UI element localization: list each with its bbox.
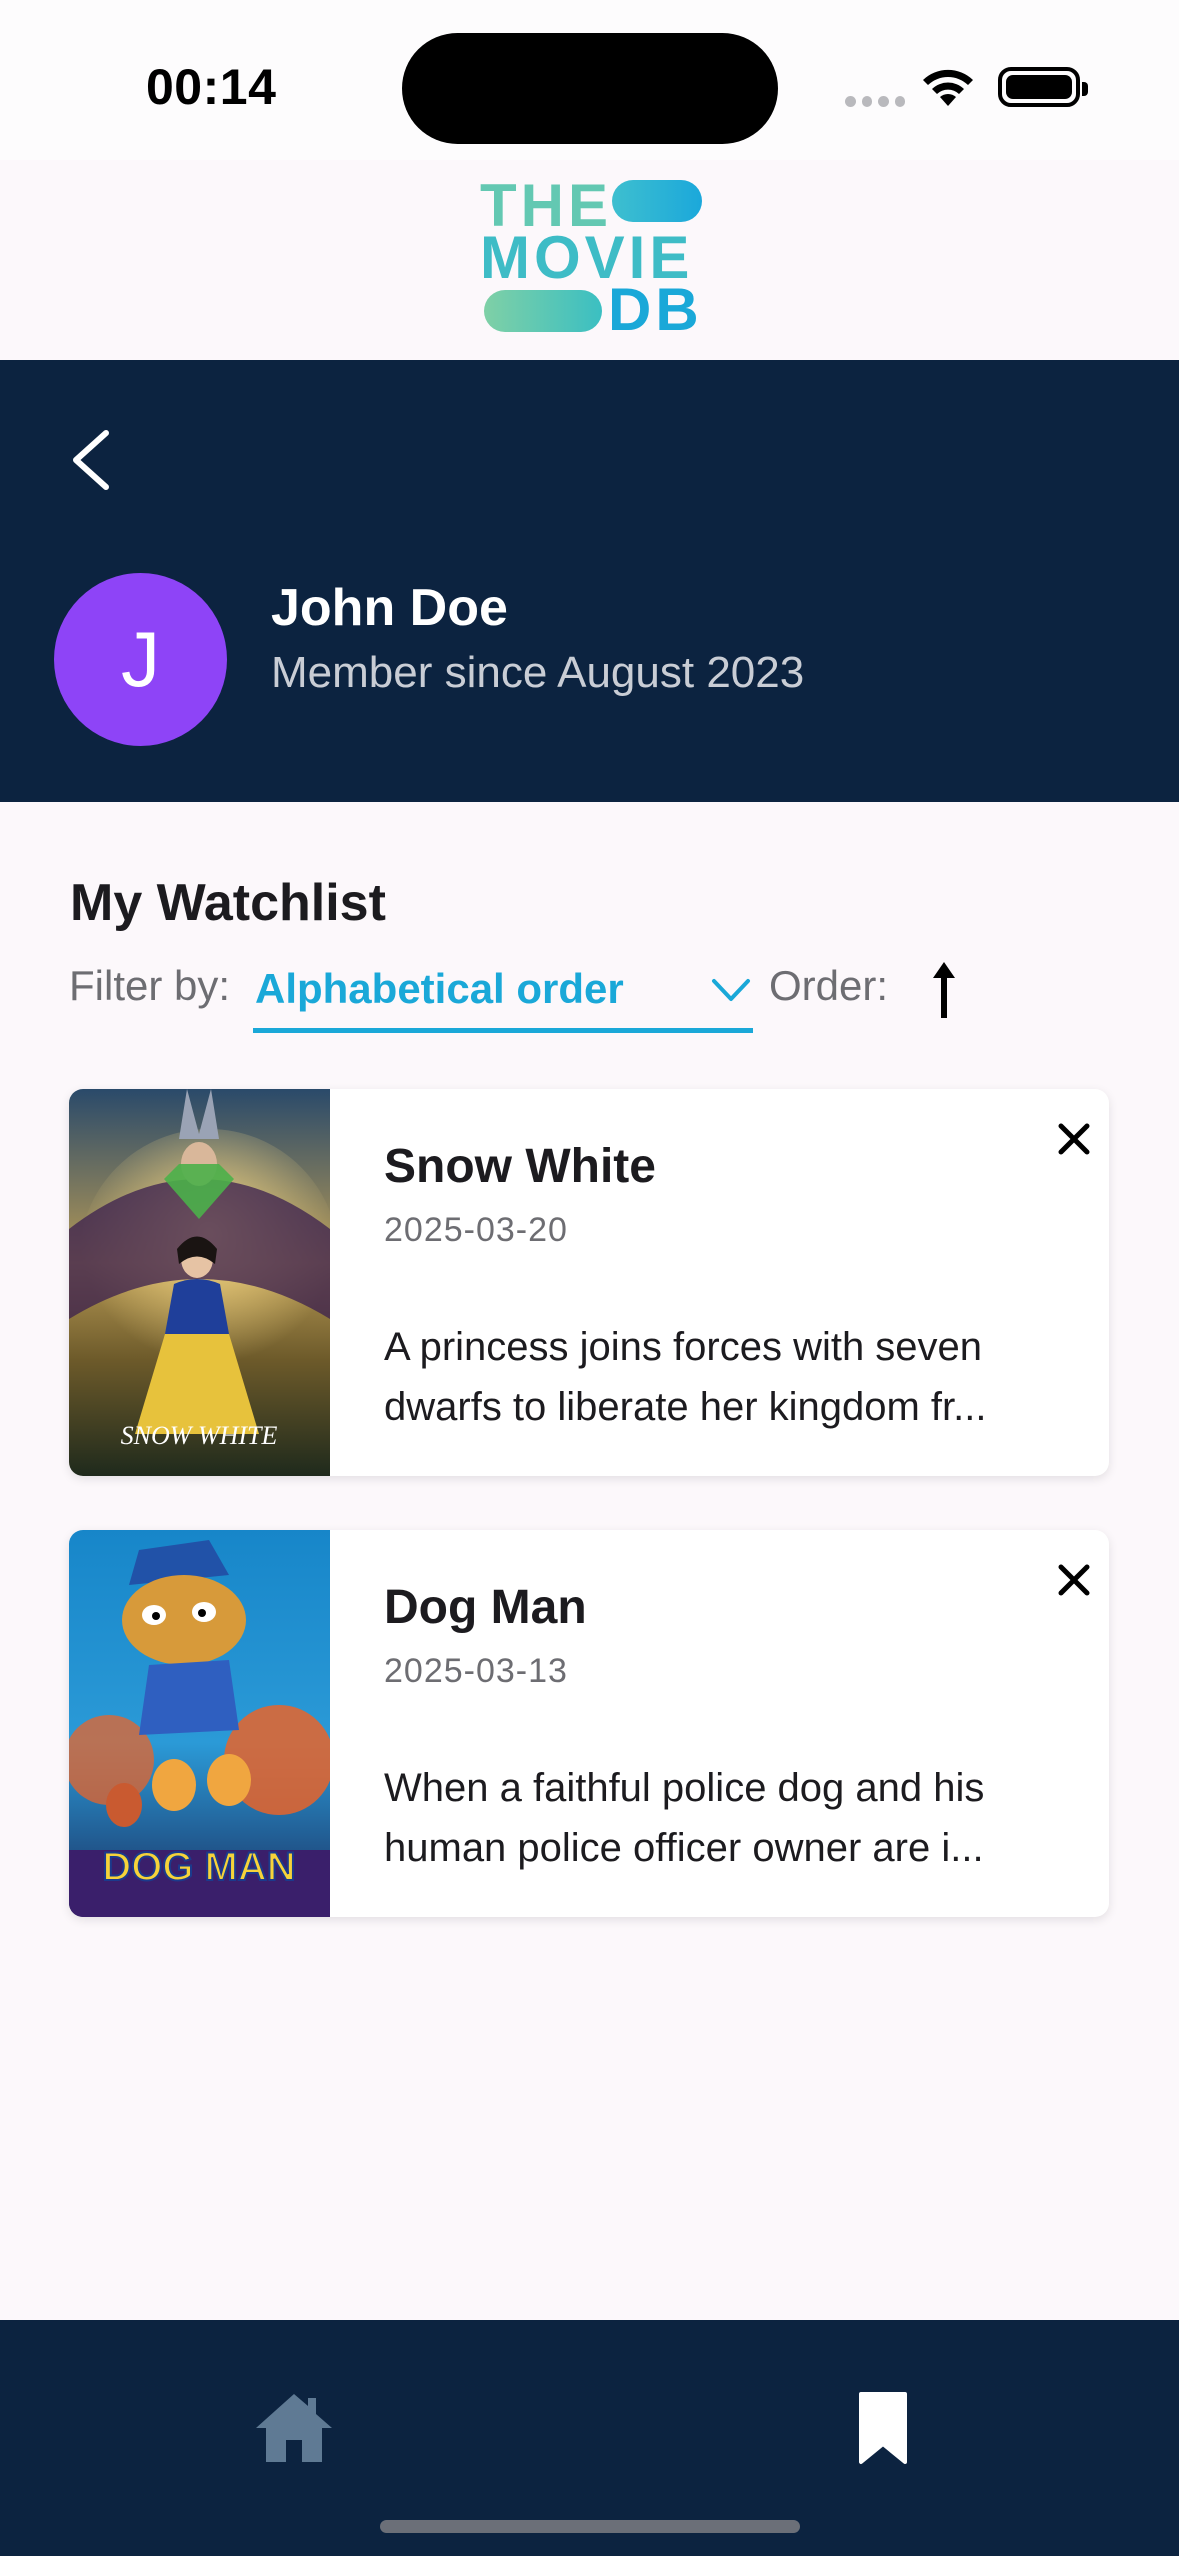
filter-label: Filter by:: [69, 962, 231, 1009]
member-since: Member since August 2023: [271, 648, 805, 697]
release-date: 2025-03-20: [384, 1211, 568, 1249]
overview-line: dwarfs to liberate her kingdom fr...: [384, 1385, 987, 1429]
bookmark-icon[interactable]: [855, 2390, 911, 2466]
sort-order-button[interactable]: [920, 958, 968, 1024]
movie-overview: A princess joins forces with seven dwarf…: [384, 1317, 1074, 1437]
watchlist-card[interactable]: DOG MAN Dog Man 2025-03-13 When a faithf…: [69, 1530, 1109, 1917]
back-button[interactable]: [62, 425, 132, 495]
poster-title-text: SNOW WHITE: [121, 1421, 278, 1450]
filter-value: Alphabetical order: [255, 965, 624, 1012]
home-indicator[interactable]: [380, 2520, 800, 2533]
remove-button[interactable]: [1049, 1114, 1099, 1164]
avatar: J: [54, 573, 227, 746]
tmdb-logo: THE MOVIE DB: [480, 176, 702, 340]
bottom-nav: [0, 2320, 1179, 2556]
user-name: John Doe: [271, 579, 508, 637]
order-label: Order:: [769, 962, 889, 1009]
status-bar: 00:14: [0, 0, 1179, 160]
home-icon[interactable]: [254, 2390, 334, 2466]
overview-line: human police officer owner are i...: [384, 1826, 984, 1870]
movie-title: Dog Man: [384, 1581, 587, 1634]
logo-line-db: DB: [608, 276, 703, 343]
chevron-down-icon: [712, 979, 750, 1001]
movie-title: Snow White: [384, 1140, 656, 1193]
remove-button[interactable]: [1049, 1555, 1099, 1605]
avatar-initial: J: [121, 615, 160, 703]
overview-line: When a faithful police dog and his: [384, 1766, 985, 1810]
wifi-icon: [923, 69, 973, 106]
status-time: 00:14: [146, 59, 277, 115]
cellular-signal-icon: [845, 96, 905, 108]
overview-line: A princess joins forces with seven: [384, 1325, 983, 1369]
watchlist-card[interactable]: SNOW WHITE Snow White 2025-03-20 A princ…: [69, 1089, 1109, 1476]
filter-dropdown[interactable]: Alphabetical order: [253, 955, 753, 1033]
movie-poster: DOG MAN: [69, 1530, 330, 1917]
movie-poster: SNOW WHITE: [69, 1089, 330, 1476]
watchlist-title: My Watchlist: [70, 874, 386, 932]
movie-overview: When a faithful police dog and his human…: [384, 1758, 1074, 1878]
battery-icon: [998, 67, 1088, 107]
poster-title-text: DOG MAN: [102, 1845, 295, 1889]
profile-header: J John Doe Member since August 2023: [0, 360, 1179, 802]
dynamic-island: [402, 33, 778, 144]
release-date: 2025-03-13: [384, 1652, 568, 1690]
